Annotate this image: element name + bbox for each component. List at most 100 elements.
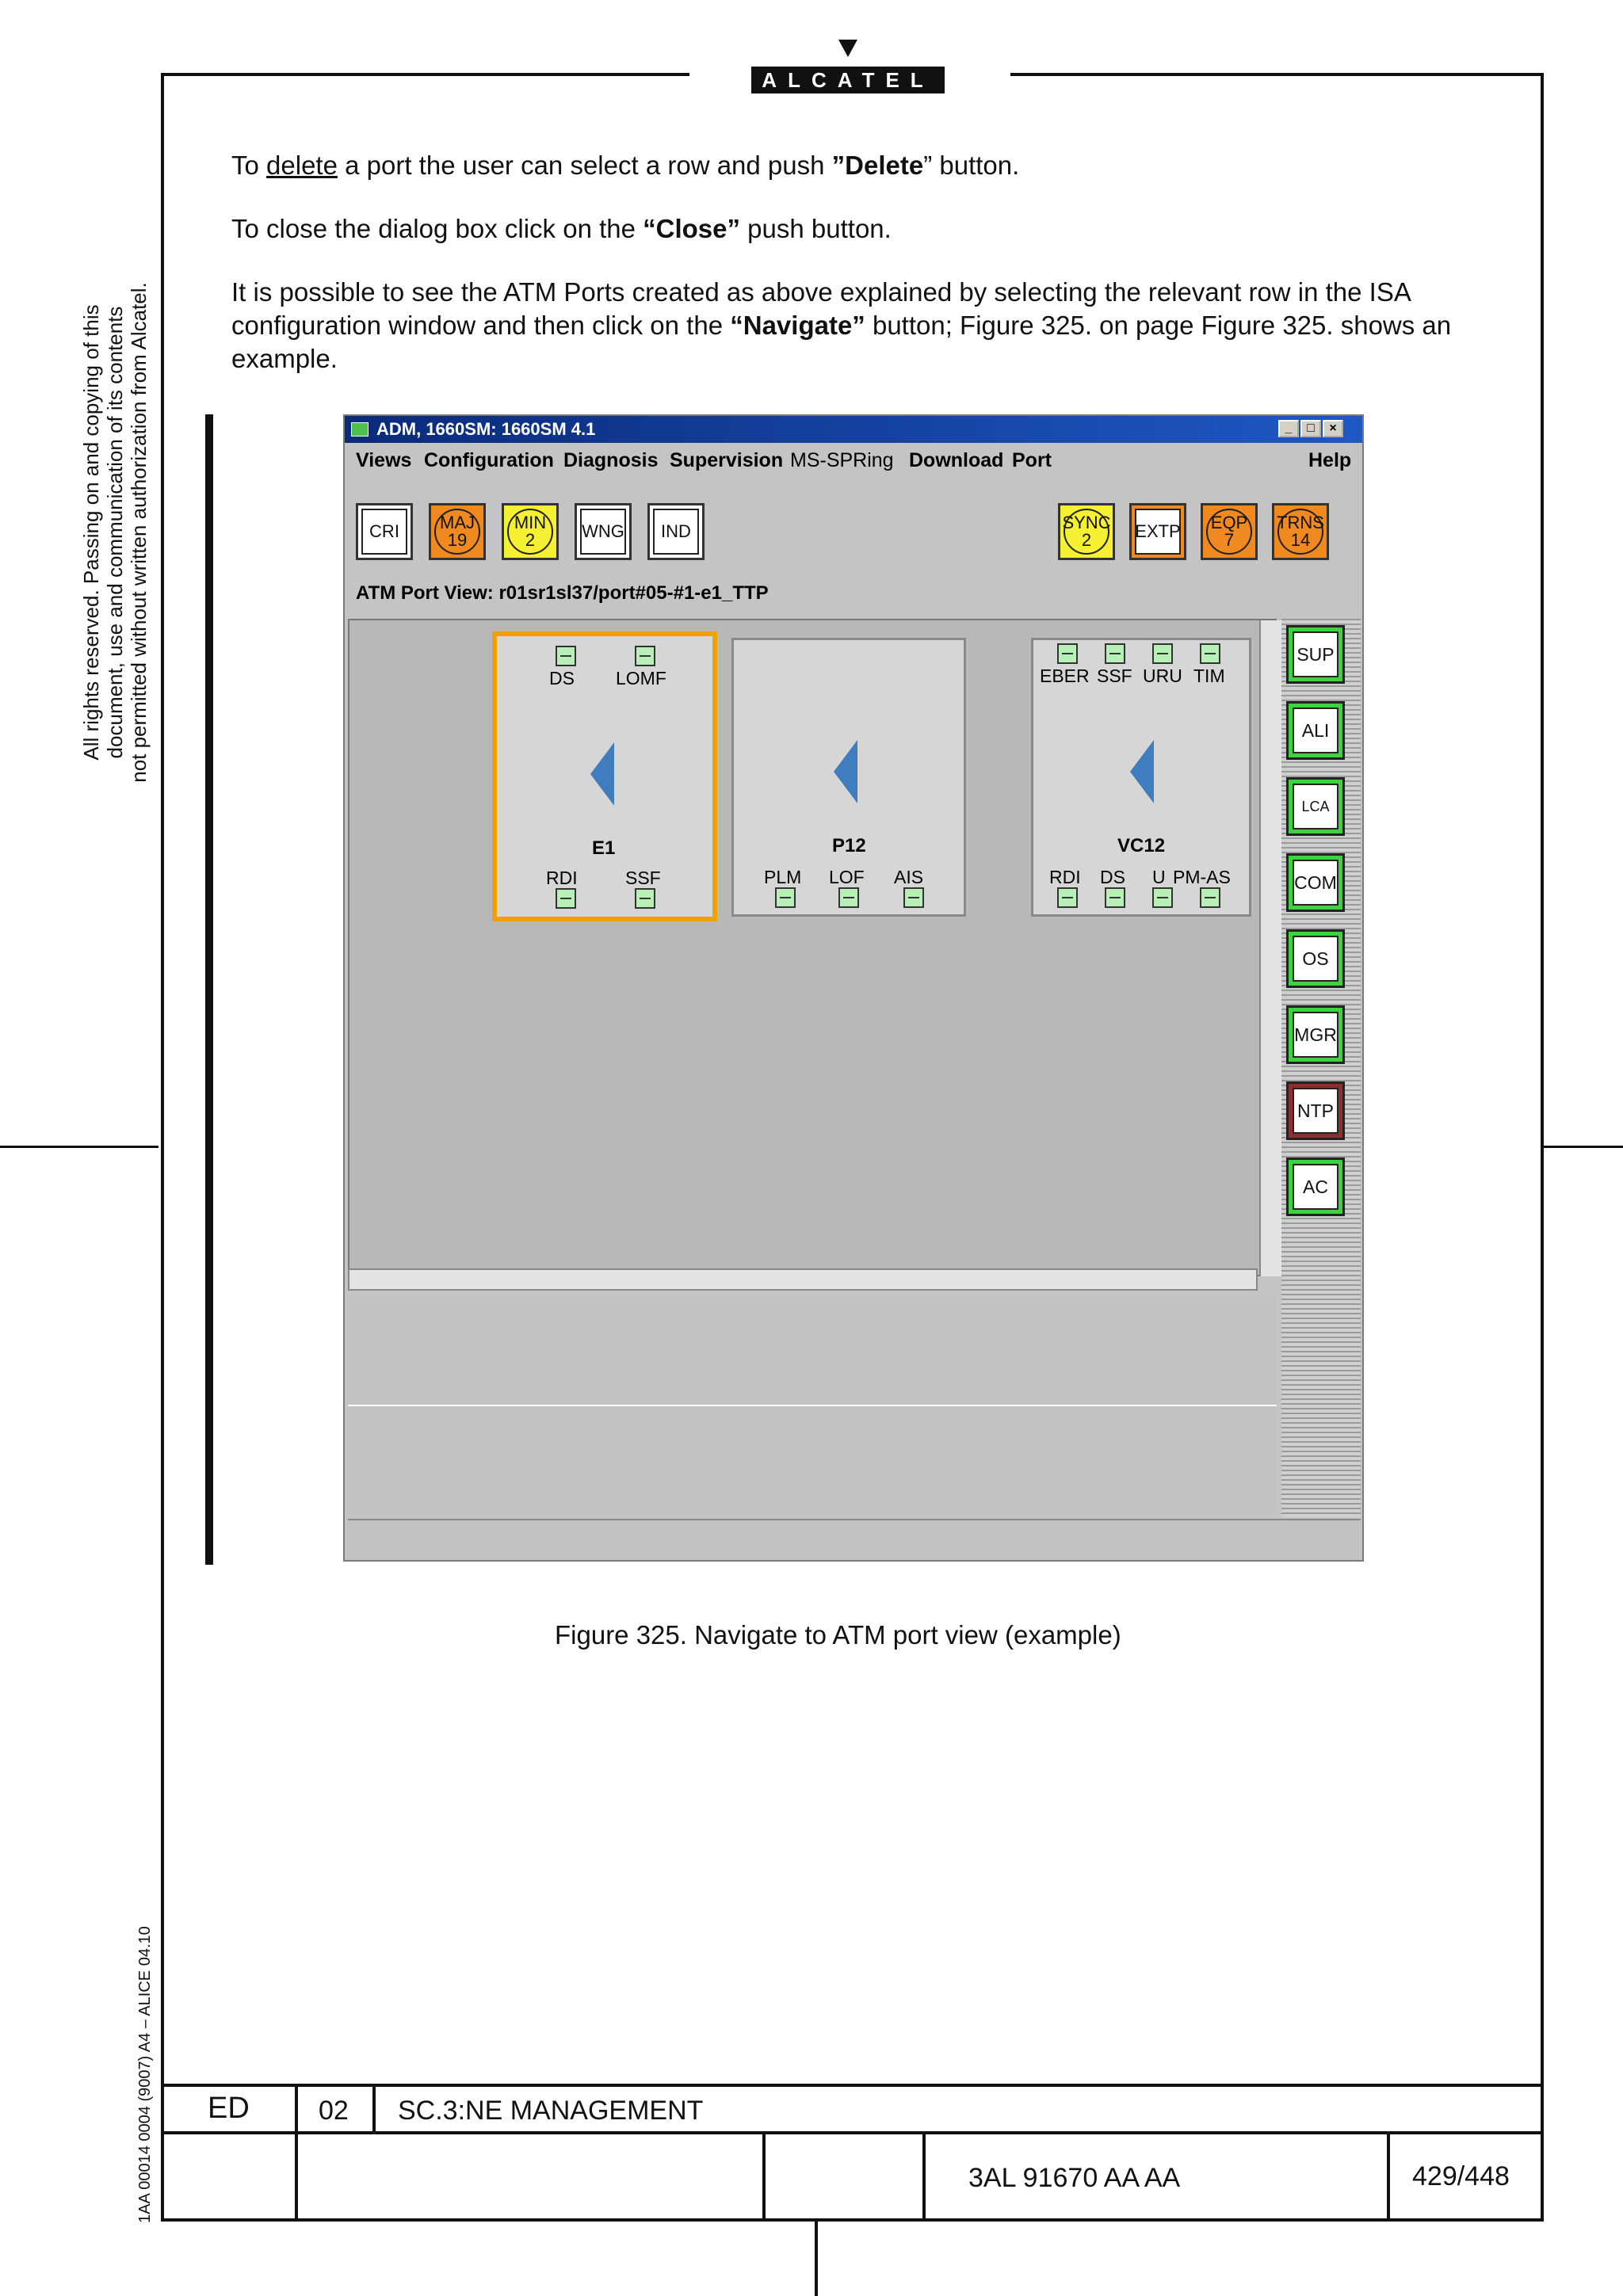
led-label: TIM [1193, 666, 1225, 686]
led-label: PM-AS [1173, 867, 1231, 887]
port-view-canvas: DS LOMF E1 RDI SSF P12 PLM LOF AIS EBER [348, 619, 1281, 1276]
status-bar [348, 1519, 1361, 1560]
led-label: PLM [764, 867, 802, 887]
alarm-min-button[interactable]: MIN 2 [502, 503, 559, 560]
led-label: URU [1143, 666, 1182, 686]
footer-mid-line [161, 2131, 1544, 2134]
led-lomf [635, 646, 655, 666]
led-ds [1105, 887, 1125, 908]
footer-ed-value: 02 [319, 2096, 349, 2126]
led-label: DS [1100, 867, 1125, 887]
led-pm-as [1200, 887, 1220, 908]
form-code: 1AA 00014 0004 (9007) A4 – ALICE 04.10 [136, 1926, 154, 2223]
app-icon [351, 422, 369, 437]
footer-page-number: 429/448 [1412, 2161, 1510, 2191]
horizontal-scrollbar[interactable] [348, 1268, 1258, 1291]
port-card-e1[interactable]: DS LOMF E1 RDI SSF [492, 631, 717, 921]
footer-section: SC.3:NE MANAGEMENT [398, 2096, 704, 2126]
eqp-button[interactable]: EQP 7 [1201, 503, 1258, 560]
fold-mark-left [0, 1146, 158, 1148]
port-arrow-icon [590, 742, 614, 806]
alarm-wng-button[interactable]: WNG [575, 503, 632, 560]
led-label: EBER [1040, 666, 1090, 686]
side-button-lca[interactable]: LCA [1286, 777, 1345, 836]
vertical-scrollbar[interactable] [1259, 620, 1281, 1276]
menu-bar: Views Configuration Diagnosis Supervisio… [345, 444, 1362, 476]
side-button-ac[interactable]: AC [1286, 1158, 1345, 1216]
led-ssf [1105, 643, 1125, 664]
footer-divider [762, 2131, 766, 2222]
menu-port[interactable]: Port [1012, 444, 1052, 476]
port-card-vc12[interactable]: EBER SSF URU TIM VC12 RDI DS U PM-AS [1031, 638, 1251, 917]
change-bar [205, 414, 213, 1565]
page-frame-bottom [161, 2218, 1544, 2222]
menu-ms-spring[interactable]: MS-SPRing [790, 444, 894, 476]
led-ssf [635, 888, 655, 909]
paragraph-close: To close the dialog box click on the “Cl… [231, 214, 892, 243]
led-label: LOMF [616, 668, 666, 688]
port-arrow-icon [1130, 740, 1154, 803]
extp-button[interactable]: EXTP [1129, 503, 1186, 560]
port-card-p12[interactable]: P12 PLM LOF AIS [731, 638, 966, 917]
side-button-com[interactable]: COM [1286, 853, 1345, 912]
led-label: LOF [829, 867, 865, 887]
led-label: SSF [1097, 666, 1132, 686]
trns-button[interactable]: TRNS 14 [1272, 503, 1329, 560]
led-label: AIS [894, 867, 924, 887]
copyright-notice: All rights reserved. Passing on and copy… [79, 263, 151, 802]
menu-diagnosis[interactable]: Diagnosis [563, 444, 658, 476]
minimize-button[interactable]: _ [1278, 420, 1299, 437]
led-eber [1057, 643, 1078, 664]
led-label: DS [549, 668, 575, 688]
card-name: VC12 [1117, 835, 1166, 856]
footer-top-line [161, 2084, 1544, 2087]
footer-divider [372, 2084, 376, 2134]
alarm-ind-button[interactable]: IND [647, 503, 705, 560]
footer-ed-label: ED [208, 2092, 250, 2125]
paragraph-navigate: It is possible to see the ATM Ports crea… [231, 277, 1452, 373]
led-lof [838, 887, 859, 908]
alcatel-logo: ALCATEL [751, 67, 945, 93]
close-window-button[interactable]: × [1323, 420, 1343, 437]
footer-stub [815, 2222, 818, 2296]
copyright-line: All rights reserved. Passing on and copy… [79, 304, 103, 761]
figure-caption: Figure 325. Navigate to ATM port view (e… [555, 1620, 1121, 1650]
port-view-label: ATM Port View: r01sr1sl37/port#05-#1-e1_… [356, 582, 769, 604]
lower-panel-2 [348, 1408, 1277, 1514]
paragraph-delete: To delete a port the user can select a r… [231, 151, 1020, 180]
footer-divider [295, 2084, 298, 2222]
menu-download[interactable]: Download [909, 444, 1003, 476]
side-button-ntp[interactable]: NTP [1286, 1081, 1345, 1140]
logo-mark-icon [838, 40, 857, 57]
card-name: E1 [592, 837, 616, 859]
side-button-os[interactable]: OS [1286, 929, 1345, 988]
window-title: ADM, 1660SM: 1660SM 4.1 [376, 419, 596, 439]
menu-supervision[interactable]: Supervision [670, 444, 783, 476]
alarm-cri-button[interactable]: CRI [356, 503, 413, 560]
footer-divider [1387, 2131, 1390, 2222]
side-button-sup[interactable]: SUP [1286, 625, 1345, 684]
led-tim [1200, 643, 1220, 664]
menu-configuration[interactable]: Configuration [424, 444, 554, 476]
led-ais [903, 887, 924, 908]
port-arrow-icon [834, 740, 857, 803]
alarm-maj-button[interactable]: MAJ 19 [429, 503, 486, 560]
menu-views[interactable]: Views [356, 444, 411, 476]
page-frame-top-left [161, 73, 689, 76]
side-button-ali[interactable]: ALI [1286, 701, 1345, 760]
led-label: RDI [546, 868, 578, 888]
window-titlebar: ADM, 1660SM: 1660SM 4.1 _ □ × [345, 416, 1362, 443]
page-frame-left [161, 73, 164, 2222]
led-label: SSF [625, 868, 661, 888]
led-plm [775, 887, 796, 908]
sync-button[interactable]: SYNC 2 [1058, 503, 1115, 560]
led-ds [556, 646, 576, 666]
page-frame-top-right [1010, 73, 1544, 76]
led-rdi [1057, 887, 1078, 908]
led-u [1152, 887, 1173, 908]
side-button-mgr[interactable]: MGR [1286, 1005, 1345, 1064]
footer-doc-number: 3AL 91670 AA AA [968, 2163, 1181, 2193]
menu-help[interactable]: Help [1308, 444, 1351, 476]
card-name: P12 [832, 835, 866, 856]
maximize-button[interactable]: □ [1300, 420, 1321, 437]
